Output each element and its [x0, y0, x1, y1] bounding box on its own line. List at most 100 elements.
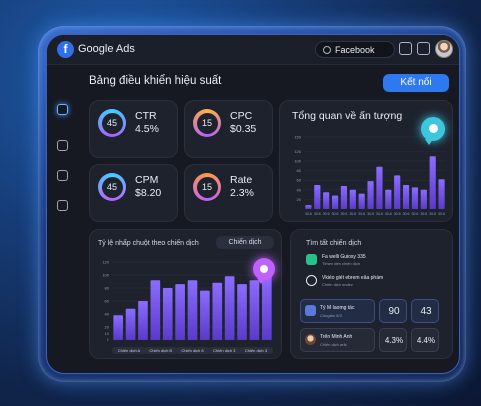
x-tick-label: 30:6 [411, 212, 418, 216]
document-icon [305, 305, 316, 316]
sidebar-item-dashboard-icon[interactable] [57, 104, 68, 115]
find-campaign-title: Tìm tất chiến dịch [306, 240, 362, 247]
x-tick-label: 30:6 [314, 212, 321, 216]
cpm-ring: 45 [98, 173, 126, 201]
x-tick-label: 30:6 [385, 212, 392, 216]
metric-row-sub: Chugtáo 8/3 [320, 313, 342, 318]
stat-value: $8.20 [135, 187, 162, 199]
campaign-item-title[interactable]: Vkiéo giét ebrem eâa phám [322, 275, 383, 281]
stat-value: $0.35 [230, 123, 257, 135]
ctr-campaign-panel: Tỷ lệ nhấp chuột theo chiến dịch Chiến d… [89, 229, 282, 359]
impression-bar [394, 175, 401, 209]
impression-bar [358, 193, 365, 209]
stat-card-cpc[interactable]: 15 CPC $0.35 [184, 100, 273, 158]
x-tick-label: 30:6 [429, 212, 436, 216]
ctr-bar [261, 275, 272, 340]
campaign-item-sub: Chiến dịch ondez [322, 282, 353, 287]
sidebar-item-home-icon[interactable] [57, 170, 68, 181]
y-tick-label: 20 [105, 325, 110, 330]
stat-value: 2.3% [230, 187, 254, 199]
x-label: Chiến dịch 3 [213, 348, 236, 353]
stat-label: CPC [230, 110, 253, 122]
chat-bubble-tail [425, 139, 433, 145]
ring-number: 15 [196, 176, 218, 198]
search-input[interactable]: Facebook [315, 41, 395, 58]
facebook-logo-icon: f [57, 41, 74, 58]
chat-bubble-2-inner [260, 265, 268, 273]
y-tick-label: 40 [105, 312, 110, 317]
impression-bar [340, 185, 348, 209]
avatar[interactable] [435, 40, 453, 58]
stat-card-cpm[interactable]: 45 CPM $8.20 [89, 164, 178, 222]
ctr-campaign-chart: 11020 40 60 80 100 120 Chiến dịch A Chiến dịch … [102, 260, 273, 354]
sidebar-item-monitor-icon[interactable] [57, 140, 68, 151]
metric-row-interaction[interactable]: Tý M Iaomg tác Chugtáo 8/3 [300, 299, 375, 323]
page-title: Bảng điều khiển hiệu suất [89, 75, 222, 87]
search-value: Facebook [335, 45, 375, 55]
y-tick-label: 100 [294, 159, 301, 164]
window-icon[interactable] [399, 42, 412, 55]
metric-row-person[interactable]: Trẽn Minh Anh Chiến dịch arfs [300, 328, 375, 352]
campaign-item-sub: Tlmen dén chiến dịch [322, 261, 361, 266]
ctr-bar [187, 280, 198, 340]
ctr-ring: 45 [98, 109, 126, 137]
impression-bar [411, 187, 419, 209]
metric-value: 4.3% [384, 336, 404, 345]
stat-label: Rate [230, 174, 253, 186]
ctr-bar [162, 288, 173, 340]
impression-bar [331, 195, 339, 209]
ctr-bar [138, 301, 148, 340]
metric-row-name: Tý M Iaomg tác [320, 305, 355, 311]
ctr-bar [224, 276, 235, 340]
x-label: Chiến dịch B [149, 348, 172, 353]
find-campaign-panel: Tìm tất chiến dịch Fa welli Guiosy 335 T… [290, 229, 453, 359]
ctr-bar [249, 280, 260, 340]
impression-bar [438, 179, 445, 209]
y-tick-label: 120 [102, 260, 109, 265]
ring-number: 45 [101, 176, 123, 198]
y-tick-label: 10 [105, 331, 110, 336]
x-tick-label: 30:6 [340, 212, 347, 216]
cpc-ring: 15 [193, 109, 221, 137]
campaign-item-title[interactable]: Fa welli Guiosy 335 [322, 254, 366, 260]
impression-bar [323, 192, 330, 209]
stat-card-rate[interactable]: 15 Rate 2.3% [184, 164, 273, 222]
stat-value: 4.5% [135, 123, 159, 135]
y-tick-label: 20 [297, 197, 302, 202]
stat-label: CPM [135, 174, 159, 186]
x-tick-label: 30:6 [358, 212, 365, 216]
metric-value-box: 4.3% [379, 328, 407, 352]
impression-bar [420, 189, 427, 209]
sidebar-item-calendar-icon[interactable] [57, 200, 68, 211]
x-tick-label: 30:6 [323, 212, 330, 216]
impression-bar [429, 156, 436, 209]
video-item-icon [306, 275, 317, 286]
x-tick-label: 30:6 [305, 212, 312, 216]
ctr-bar [113, 315, 124, 340]
ctr-bar [150, 280, 161, 340]
impression-bar [314, 185, 321, 209]
app-title: Google Ads [78, 43, 135, 55]
x-tick-label: 30:6 [376, 212, 383, 216]
rate-ring: 15 [193, 173, 221, 201]
ctr-bar [175, 284, 185, 340]
metric-value-box: 4.4% [411, 328, 439, 352]
y-tick-label: 60 [105, 299, 110, 304]
x-label: Chiến dịch 3 [245, 348, 268, 353]
metric-value-box: 43 [411, 299, 439, 323]
impression-bar [305, 205, 312, 209]
ctr-bar [237, 284, 247, 340]
ctr-bar [200, 290, 210, 340]
y-tick-label: 80 [105, 286, 110, 291]
x-tick-label: 30:6 [367, 212, 374, 216]
ctr-bar [212, 282, 223, 340]
notes-icon[interactable] [417, 42, 430, 55]
y-tick-label: 1 [107, 337, 110, 342]
y-tick-label: 120 [294, 149, 301, 154]
impression-bar [376, 166, 383, 209]
connect-button[interactable]: Kết nối [383, 74, 449, 92]
search-icon [323, 46, 331, 54]
stat-card-ctr[interactable]: 45 CTR 4.5% [89, 100, 178, 158]
x-label: Chiến dịch A [118, 348, 141, 353]
ring-number: 45 [101, 112, 123, 134]
